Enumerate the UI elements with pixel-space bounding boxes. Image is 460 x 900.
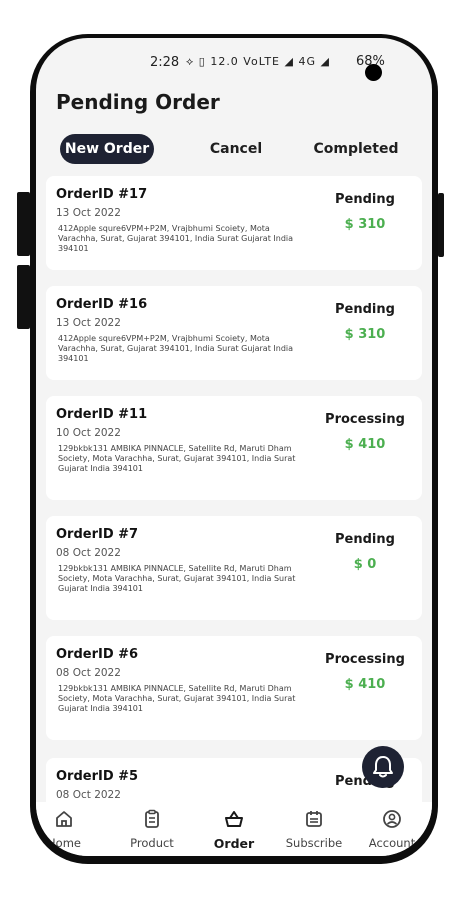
order-id: OrderID #17 <box>56 187 148 202</box>
order-address: 129bkbk131 AMBIKA PINNACLE, Satellite Rd… <box>58 564 296 593</box>
nav-label: Account <box>368 836 416 850</box>
phone-frame: 2:28 ⟡ ▯ 12.0 VoLTE ◢ 4G ◢ 68% Pending O… <box>30 34 438 864</box>
nav-label: Home <box>47 836 81 850</box>
order-id: OrderID #5 <box>56 769 139 784</box>
order-date: 10 Oct 2022 <box>56 427 121 439</box>
order-card[interactable]: OrderID #16 13 Oct 2022 412Apple squre6V… <box>46 286 422 380</box>
order-status: Pending <box>335 302 395 317</box>
order-id: OrderID #16 <box>56 297 148 312</box>
order-date: 13 Oct 2022 <box>56 207 121 219</box>
nav-subscribe[interactable]: Subscribe <box>274 802 354 856</box>
order-status: Processing <box>325 412 405 427</box>
bottom-nav: Home Product Order Subscribe Account <box>36 802 432 856</box>
nav-home[interactable]: Home <box>36 802 104 856</box>
order-card[interactable]: OrderID #11 10 Oct 2022 129bkbk131 AMBIK… <box>46 396 422 500</box>
bell-icon <box>373 756 393 778</box>
nav-label: Product <box>130 836 174 850</box>
order-price: $ 310 <box>344 327 386 342</box>
nav-label: Order <box>213 836 255 851</box>
order-address: 412Apple squre6VPM+P2M, Vrajbhumi Scoiet… <box>58 334 294 363</box>
order-id: OrderID #7 <box>56 527 139 542</box>
order-status: Pending <box>335 192 395 207</box>
tab-completed[interactable]: Completed <box>308 134 404 164</box>
status-bar: 2:28 ⟡ ▯ 12.0 VoLTE ◢ 4G ◢ 68% <box>36 38 432 86</box>
order-card[interactable]: OrderID #6 08 Oct 2022 129bkbk131 AMBIKA… <box>46 636 422 740</box>
order-address: 129bkbk131 AMBIKA PINNACLE, Satellite Rd… <box>58 684 296 713</box>
order-card[interactable]: OrderID #7 08 Oct 2022 129bkbk131 AMBIKA… <box>46 516 422 620</box>
tab-new-order[interactable]: New Order <box>60 134 154 164</box>
user-circle-icon <box>383 810 401 828</box>
basket-icon <box>225 811 243 827</box>
page-title: Pending Order <box>56 90 220 114</box>
order-date: 08 Oct 2022 <box>56 547 121 559</box>
nav-product[interactable]: Product <box>112 802 192 856</box>
order-id: OrderID #11 <box>56 407 148 422</box>
clipboard-icon <box>145 809 159 828</box>
power-button <box>438 193 444 257</box>
order-status: Pending <box>335 532 395 547</box>
order-date: 08 Oct 2022 <box>56 667 121 679</box>
order-address: 129bkbk131 AMBIKA PINNACLE, Satellite Rd… <box>58 444 296 473</box>
volume-down-button <box>17 265 30 329</box>
status-time: 2:28 <box>150 55 180 70</box>
calendar-icon <box>306 811 322 827</box>
camera-cutout <box>365 64 382 81</box>
home-icon <box>56 811 72 827</box>
order-price: $ 0 <box>353 557 377 572</box>
nav-order[interactable]: Order <box>194 802 274 856</box>
status-icons: ⟡ ▯ 12.0 VoLTE ◢ 4G ◢ <box>186 55 330 68</box>
volume-up-button <box>17 192 30 256</box>
order-price: $ 410 <box>344 437 386 452</box>
order-id: OrderID #6 <box>56 647 139 662</box>
nav-account[interactable]: Account <box>352 802 432 856</box>
screen: 2:28 ⟡ ▯ 12.0 VoLTE ◢ 4G ◢ 68% Pending O… <box>36 38 432 856</box>
order-card[interactable]: OrderID #17 13 Oct 2022 412Apple squre6V… <box>46 176 422 270</box>
order-date: 08 Oct 2022 <box>56 789 121 801</box>
order-address: 412Apple squre6VPM+P2M, Vrajbhumi Scoiet… <box>58 224 294 253</box>
notification-button[interactable] <box>362 746 404 788</box>
order-price: $ 310 <box>344 217 386 232</box>
order-date: 13 Oct 2022 <box>56 317 121 329</box>
tab-cancel[interactable]: Cancel <box>196 134 276 164</box>
order-price: $ 410 <box>344 677 386 692</box>
order-status: Processing <box>325 652 405 667</box>
nav-label: Subscribe <box>285 836 343 850</box>
